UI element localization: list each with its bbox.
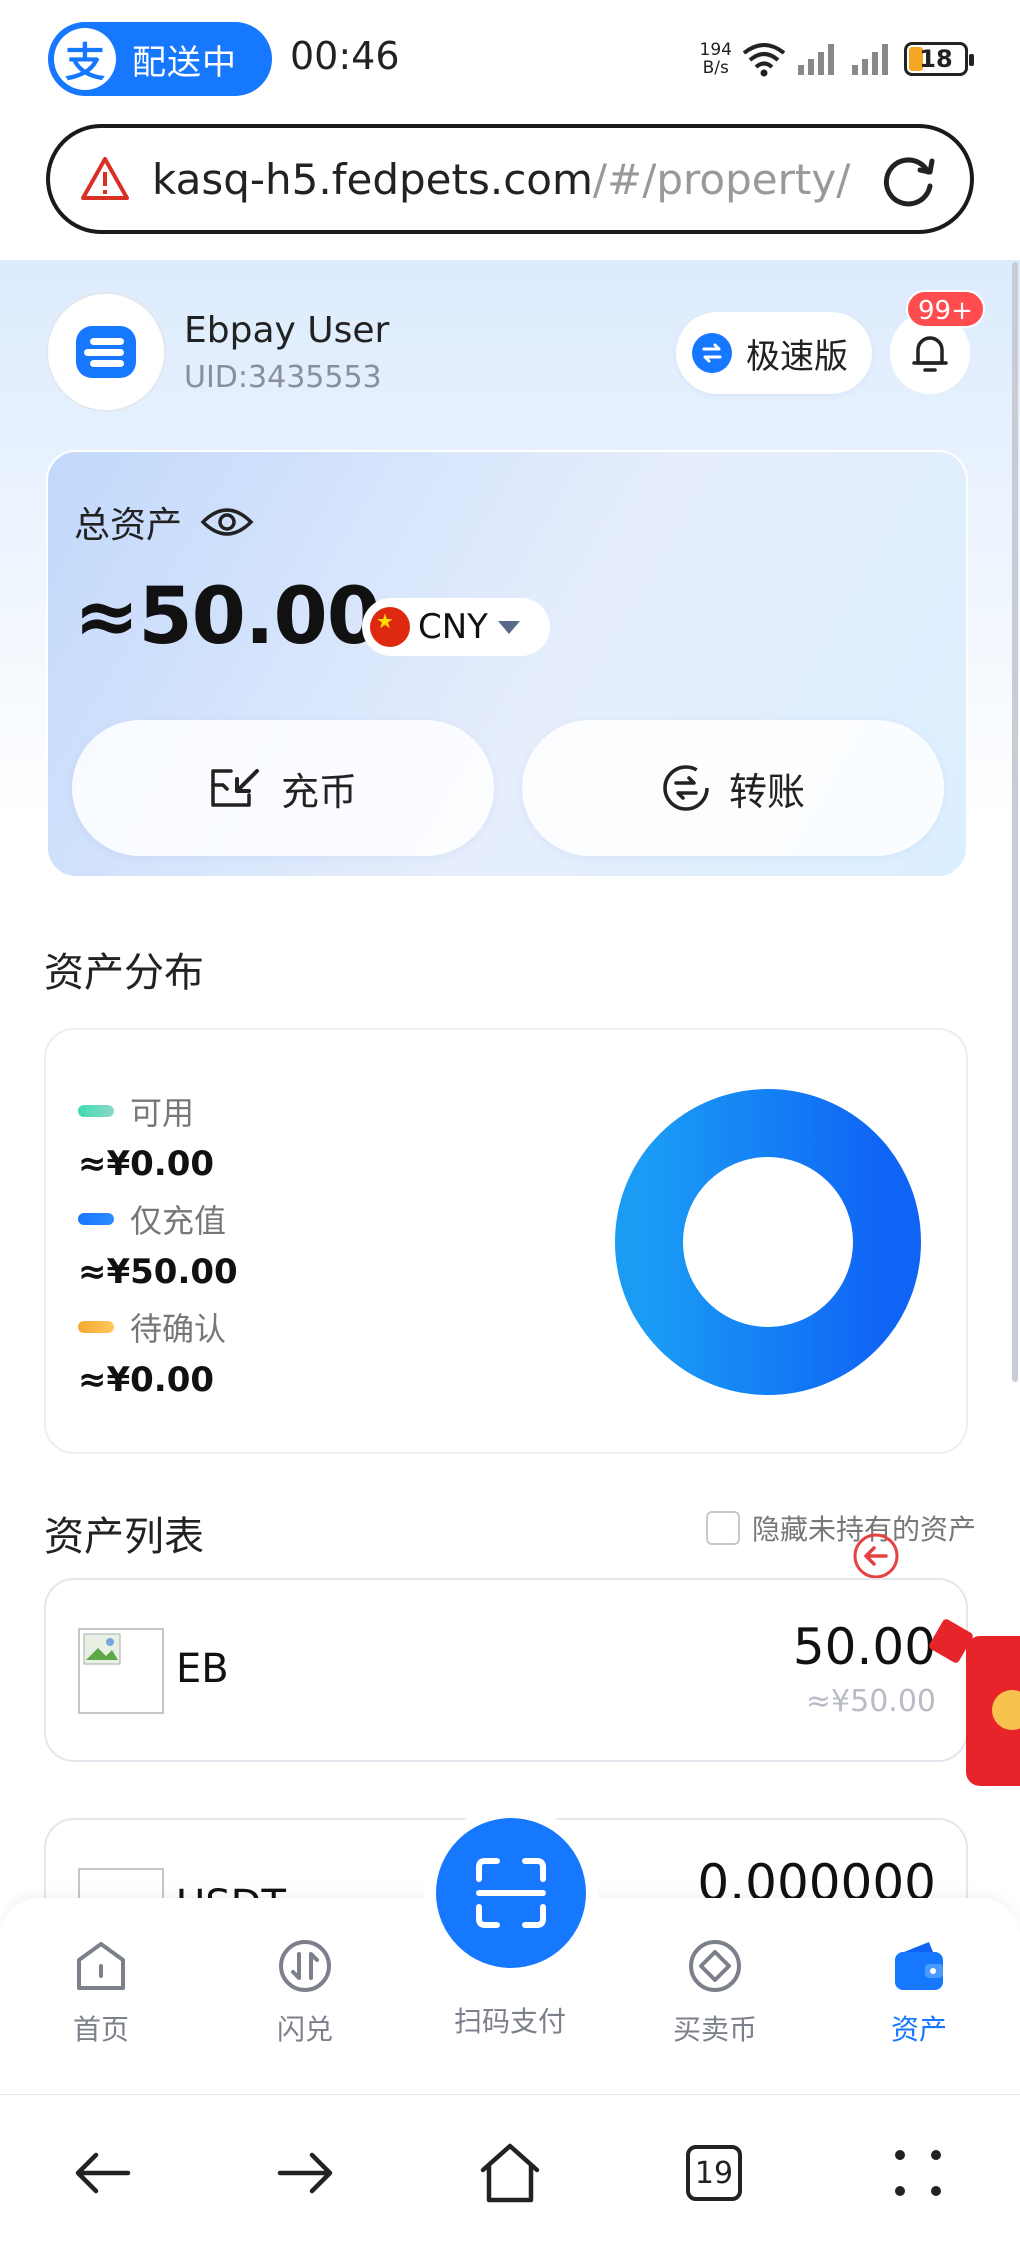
currency-code: CNY (418, 607, 488, 647)
swatch-deposit-only (78, 1213, 114, 1225)
home-button[interactable] (472, 2135, 548, 2211)
notification-badge: 99+ (906, 290, 985, 328)
back-arrow-circle-icon[interactable] (852, 1532, 900, 1580)
transfer-label: 转账 (728, 769, 805, 814)
deposit-label: 充币 (280, 769, 357, 814)
alipay-logo-icon: 支 (54, 28, 116, 90)
user-uid: UID:3435553 (184, 360, 382, 395)
reload-icon[interactable] (880, 150, 940, 210)
tab-home[interactable]: 首页 (16, 1936, 186, 2048)
transfer-icon (663, 765, 709, 811)
legend-deposit-only: 仅充值 ≈¥50.00 (78, 1202, 238, 1292)
signal-icon (798, 44, 834, 75)
deposit-icon (211, 769, 259, 807)
currency-selector[interactable]: CNY (362, 598, 550, 656)
home-outline-icon (480, 2143, 540, 2203)
tabs-count-icon: 19 (686, 2145, 742, 2201)
caret-down-icon (497, 620, 520, 634)
tabs-button[interactable]: 19 (676, 2135, 752, 2211)
coin-cny-value: ≈¥50.00 (805, 1684, 936, 1719)
coin-amount: 0.000000 (697, 1854, 936, 1900)
distribution-card: 可用 ≈¥0.00 仅充值 ≈¥50.00 待确认 ≈¥0.00 (44, 1028, 968, 1454)
swatch-available (78, 1105, 114, 1117)
speed-version-button[interactable]: 极速版 (676, 312, 872, 394)
speed-version-label: 极速版 (746, 336, 848, 377)
coin-name: EB (176, 1646, 229, 1692)
tab-assets[interactable]: 资产 (834, 1936, 1004, 2048)
hide-zero-checkbox[interactable] (706, 1511, 740, 1545)
tab-trade[interactable]: 买卖币 (630, 1936, 800, 2048)
coin-image-icon (78, 1628, 164, 1714)
wallet-icon (895, 1942, 943, 1990)
status-icons: 194 B/s 18 (699, 36, 974, 82)
eye-icon[interactable] (200, 504, 254, 540)
transfer-button[interactable]: 转账 (522, 720, 944, 856)
menu-button[interactable] (880, 2135, 956, 2211)
total-asset-card: 总资产 ≈50.00 CNY 充币 转账 (46, 450, 968, 878)
total-asset-amount: ≈50.00 (74, 572, 381, 662)
url-text[interactable]: kasq-h5.fedpets.com/#/property/a (152, 155, 852, 204)
avatar[interactable] (46, 292, 166, 412)
red-packet-icon[interactable] (966, 1636, 1020, 1786)
deposit-button[interactable]: 充币 (72, 720, 494, 856)
user-name: Ebpay User (184, 310, 390, 351)
deposit-only-value: ≈¥50.00 (78, 1252, 238, 1292)
legend-pending: 待确认 ≈¥0.00 (78, 1310, 227, 1400)
signal-icon-2 (852, 44, 888, 75)
address-bar[interactable]: kasq-h5.fedpets.com/#/property/a (46, 124, 974, 234)
available-value: ≈¥0.00 (78, 1144, 215, 1184)
tab-flash-swap[interactable]: 闪兑 (220, 1936, 390, 2048)
speed-switch-icon (692, 333, 732, 373)
scrollbar[interactable] (1012, 262, 1018, 1382)
trade-icon (689, 1940, 741, 1992)
donut-segment-deposit-only (615, 1089, 921, 1395)
coin-image-icon (78, 1868, 164, 1900)
back-button[interactable] (64, 2135, 140, 2211)
coin-amount: 50.00 (792, 1618, 936, 1676)
asset-row-eb[interactable]: EB 50.00 ≈¥50.00 (44, 1578, 968, 1762)
distribution-title: 资产分布 (44, 950, 204, 996)
scan-icon (476, 1858, 546, 1928)
legend-available: 可用 ≈¥0.00 (78, 1094, 215, 1184)
pending-value: ≈¥0.00 (78, 1360, 215, 1400)
total-asset-title: 总资产 (74, 496, 254, 548)
broken-image-icon (83, 1633, 121, 1665)
network-speed: 194 B/s (699, 40, 732, 78)
bell-icon (912, 336, 948, 372)
forward-arrow-icon (277, 2152, 333, 2194)
delivery-status-pill[interactable]: 支 配送中 (48, 22, 272, 96)
ebpay-logo-icon (76, 326, 136, 378)
asset-list-title: 资产列表 (44, 1514, 204, 1560)
back-arrow-icon (75, 2152, 131, 2194)
wifi-icon (742, 43, 786, 77)
hide-zero-assets-toggle[interactable]: 隐藏未持有的资产 (706, 1508, 976, 1548)
distribution-donut-chart (615, 1089, 921, 1395)
swatch-pending (78, 1321, 114, 1333)
assets-page: Ebpay User UID:3435553 极速版 99+ 总资产 ≈50.0… (0, 260, 1020, 1900)
forward-button[interactable] (268, 2135, 344, 2211)
browser-nav-bar: 19 (0, 2094, 1020, 2250)
menu-dots-icon (895, 2150, 941, 2196)
clock: 00:46 (290, 34, 400, 78)
home-icon (77, 1942, 125, 1990)
status-bar: 支 配送中 00:46 194 B/s 18 (0, 0, 1020, 120)
delivery-status-text: 配送中 (132, 42, 237, 83)
china-flag-icon (370, 607, 410, 647)
battery-icon: 18 (904, 42, 974, 76)
tab-scan-pay[interactable]: 扫码支付 (425, 2000, 595, 2040)
swap-icon (279, 1940, 331, 1992)
warning-icon[interactable] (80, 154, 130, 204)
scan-pay-button[interactable] (436, 1818, 586, 1968)
